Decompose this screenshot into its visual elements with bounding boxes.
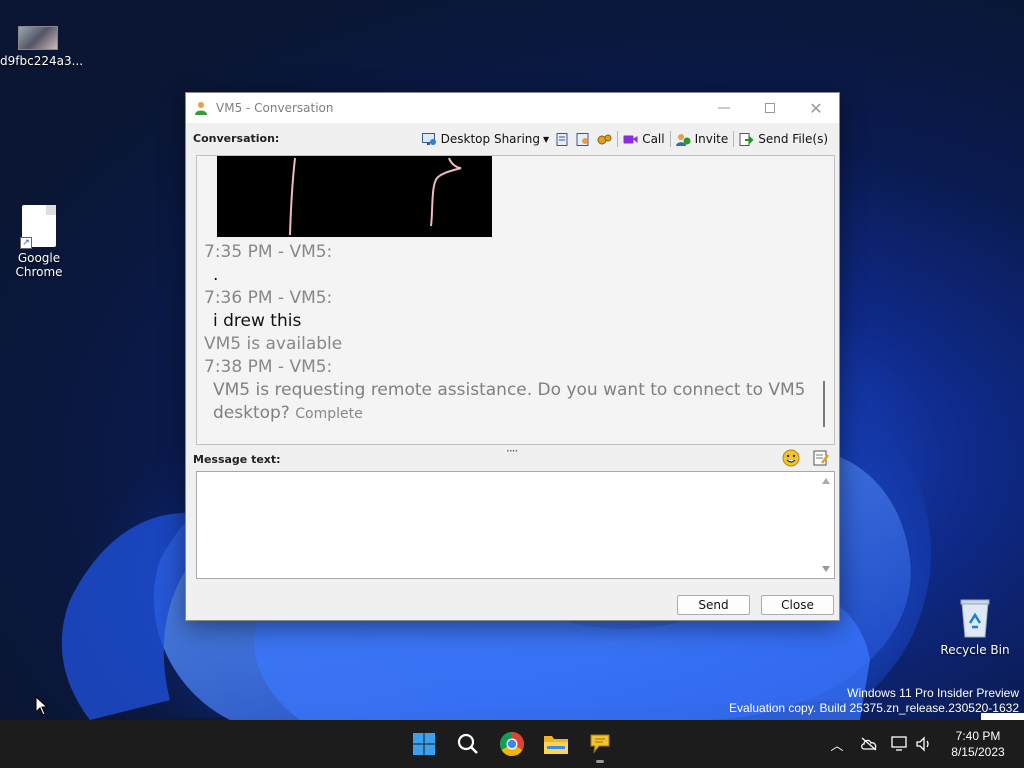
shortcut-arrow-icon: ↗ [20,237,32,249]
message-text: i drew this [213,311,302,331]
speaker-icon [916,736,929,752]
chrome-icon [499,732,525,757]
search-button[interactable] [454,730,482,758]
desktop-icon-label: Recycle Bin [940,643,1010,657]
screen-artifact [981,713,1024,720]
message-header: 7:36 PM - VM5: [204,288,333,308]
notes-button[interactable] [552,128,573,150]
close-window-button[interactable]: ✕ [793,93,839,123]
send-files-label: Send File(s) [758,132,828,146]
toolbar-separator [733,131,735,147]
watermark-edition: Windows 11 Pro Insider Preview [847,686,1019,700]
clock-time: 7:40 PM [955,729,1001,743]
gears-icon [597,134,612,144]
remote-assistance-request-line2: desktop? [213,403,290,423]
close-icon: ✕ [809,98,823,118]
send-file-icon [739,132,754,146]
message-header: 7:38 PM - VM5: [204,357,333,377]
window-titlebar[interactable]: VM5 - Conversation — ✕ [186,93,839,123]
message-text: . [213,265,219,285]
conversation-history[interactable]: 7:35 PM - VM5: . 7:36 PM - VM5: i drew t… [196,155,835,445]
toolbar-separator [617,131,619,147]
remote-assistance-request: VM5 is requesting remote assistance. Do … [213,380,806,400]
message-input[interactable] [197,472,817,578]
message-input-scrollbar[interactable] [816,472,834,578]
emoticon-button[interactable] [782,449,800,467]
notebook-icon [556,132,568,146]
watermark-build: Evaluation copy. Build 25375.zn_release.… [729,701,1019,715]
toolbar-actions: Desktop Sharing ▼ Call Invite Send File(… [419,128,831,150]
call-label: Call [642,132,665,146]
desktop-icon-label: d9fbc224a3... [0,54,84,68]
remote-assistance-request-cont: desktop? Complete [213,402,363,425]
video-camera-icon [623,135,638,143]
folder-icon [544,736,568,754]
cloud-offline-icon [861,737,877,751]
message-header: 7:35 PM - VM5: [204,242,333,262]
history-scrollbar[interactable] [823,381,825,427]
desktop-icon-recycle-bin[interactable]: Recycle Bin [937,597,1013,657]
settings-button[interactable] [594,128,615,150]
maximize-button[interactable] [747,93,793,123]
conversation-window: VM5 - Conversation — ✕ Conversation: Des… [185,92,840,621]
taskbar-messenger[interactable] [586,730,614,758]
status-message: VM5 is available [204,334,343,354]
chevron-down-icon: ▼ [543,134,550,144]
recycle-bin-icon [958,597,992,639]
clock-date: 8/15/2023 [951,745,1005,759]
taskbar-file-explorer[interactable] [542,730,570,758]
minimize-button[interactable]: — [701,93,747,123]
windows-logo-icon [413,733,435,755]
invite-label: Invite [694,132,729,146]
font-format-button[interactable] [812,449,830,467]
conversation-label: Conversation: [193,132,280,145]
desktop-icon-google-chrome[interactable]: ↗ Google Chrome [1,205,77,279]
search-icon [457,733,478,754]
contact-info-button[interactable] [573,128,594,150]
image-thumbnail-icon [18,26,58,50]
desktop-sharing-label: Desktop Sharing [440,132,541,146]
start-button[interactable] [410,730,438,758]
taskbar: ︿ 7:40 PM 8/15/2023 [0,720,1024,768]
toolbar-separator [669,131,671,147]
scroll-down-icon[interactable] [822,566,830,572]
desktop-icon-label: Google Chrome [15,251,63,279]
active-app-indicator [596,760,604,763]
volume-button[interactable] [914,732,934,756]
onedrive-button[interactable] [859,732,879,756]
taskbar-clock[interactable]: 7:40 PM 8/15/2023 [940,728,1016,760]
desktop-sharing-icon [421,132,436,145]
scroll-up-icon[interactable] [822,478,830,484]
network-button[interactable] [890,732,910,756]
network-icon [891,736,907,751]
smiley-icon [782,449,800,467]
message-input-box [196,471,835,579]
minimize-icon: — [717,100,731,116]
close-button[interactable]: Close [761,595,834,615]
show-hidden-icons-button[interactable]: ︿ [827,732,847,756]
mouse-cursor-icon [35,696,49,716]
edit-text-icon [813,450,829,466]
window-title: VM5 - Conversation [216,101,334,115]
send-button[interactable]: Send [677,595,750,615]
contact-card-icon [576,132,589,146]
windows-watermark: Windows 11 Pro Insider Preview Evaluatio… [729,686,1019,716]
request-status: Complete [295,406,363,422]
maximize-icon [765,103,775,113]
call-button[interactable]: Call [620,128,667,150]
file-shortcut-icon: ↗ [20,205,56,249]
messenger-user-icon [195,102,207,115]
taskbar-chrome[interactable] [498,730,526,758]
desktop-sharing-button[interactable]: Desktop Sharing ▼ [419,128,553,150]
message-text-label: Message text: [193,453,281,466]
desktop-icon-image-file[interactable]: d9fbc224a3... [0,26,83,68]
chat-bubble-icon [590,734,610,754]
send-files-button[interactable]: Send File(s) [736,128,831,150]
drawing-image [217,156,492,237]
invite-button[interactable]: Invite [673,128,732,150]
invite-people-icon [675,133,691,146]
splitter-grip[interactable]: ···· [506,444,518,458]
chevron-up-icon: ︿ [830,738,844,754]
conversation-toolbar: Conversation: Desktop Sharing ▼ Call Inv… [186,123,839,155]
